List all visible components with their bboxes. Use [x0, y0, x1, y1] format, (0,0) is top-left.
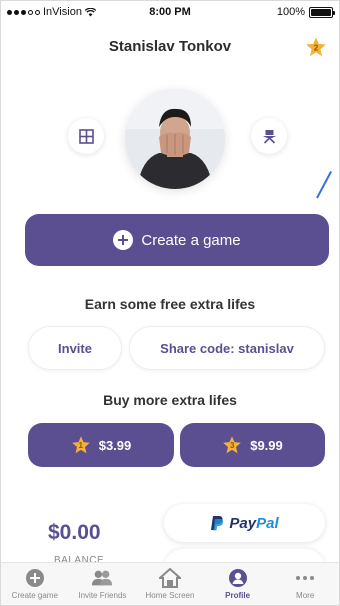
tab-more[interactable]: More [271, 563, 339, 605]
tab-label: Create game [11, 591, 58, 600]
more-icon [294, 567, 316, 589]
tab-profile[interactable]: Profile [204, 563, 272, 605]
balance-amount: $0.00 [48, 521, 101, 544]
paypal-button[interactable]: PayPal [164, 504, 325, 542]
users-icon [91, 567, 113, 589]
profile-icon [227, 567, 249, 589]
share-code-label: Share code: stanislav [160, 340, 294, 356]
plus-circle-icon [24, 567, 46, 589]
app-screen: InVision 8:00 PM 100% Stanislav Tonkov 2 [0, 0, 340, 606]
star-count: 2 [314, 44, 319, 53]
tab-label: Profile [225, 591, 251, 600]
battery-icon [309, 6, 335, 18]
paypal-icon [211, 516, 224, 531]
invite-button[interactable]: Invite [28, 326, 122, 370]
invite-label: Invite [58, 340, 92, 356]
battery-percent: 100% [276, 6, 305, 18]
buy-option-badge: 1 [78, 441, 83, 450]
tab-invite-friends[interactable]: Invite Friends [69, 563, 137, 605]
buy-option-price: $9.99 [250, 437, 283, 453]
grid-icon [78, 128, 94, 144]
buy-option-1-button[interactable]: 1 $3.99 [28, 423, 174, 467]
buy-option-price: $3.99 [98, 437, 132, 453]
tab-label: Home Screen [145, 591, 195, 600]
buy-option-2-button[interactable]: 3 $9.99 [180, 423, 325, 467]
create-game-label: Create a game [141, 231, 241, 249]
star-badge[interactable]: 2 [305, 36, 327, 58]
pin-icon [262, 129, 276, 144]
profile-photo [125, 89, 225, 189]
home-icon [158, 567, 181, 589]
star-icon: 3 [222, 435, 242, 455]
tab-label: More [296, 591, 315, 600]
accent-line [316, 171, 332, 199]
star-icon: 1 [71, 435, 91, 455]
pin-button[interactable] [251, 118, 287, 154]
paypal-label-pal: Pal [256, 514, 279, 532]
status-bar: InVision 8:00 PM 100% [1, 1, 339, 23]
profile-name: Stanislav Tonkov [108, 38, 232, 55]
tab-bar: Create game Invite Friends Home Screen P… [1, 562, 339, 605]
share-code-button[interactable]: Share code: stanislav [129, 326, 325, 370]
avatar[interactable] [125, 89, 225, 189]
grid-button[interactable] [68, 118, 104, 154]
buy-section-title: Buy more extra lifes [103, 392, 237, 408]
battery-status: 100% [276, 6, 335, 18]
buy-option-badge: 3 [229, 441, 235, 450]
tab-label: Invite Friends [78, 591, 127, 600]
earn-section-title: Earn some free extra lifes [84, 296, 256, 312]
tab-home-screen[interactable]: Home Screen [136, 563, 204, 605]
tab-create-game[interactable]: Create game [1, 563, 69, 605]
star-icon: 2 [306, 37, 326, 57]
plus-circle-icon [113, 230, 134, 250]
create-game-button[interactable]: Create a game [25, 214, 329, 266]
paypal-label-pay: Pay [229, 514, 257, 532]
